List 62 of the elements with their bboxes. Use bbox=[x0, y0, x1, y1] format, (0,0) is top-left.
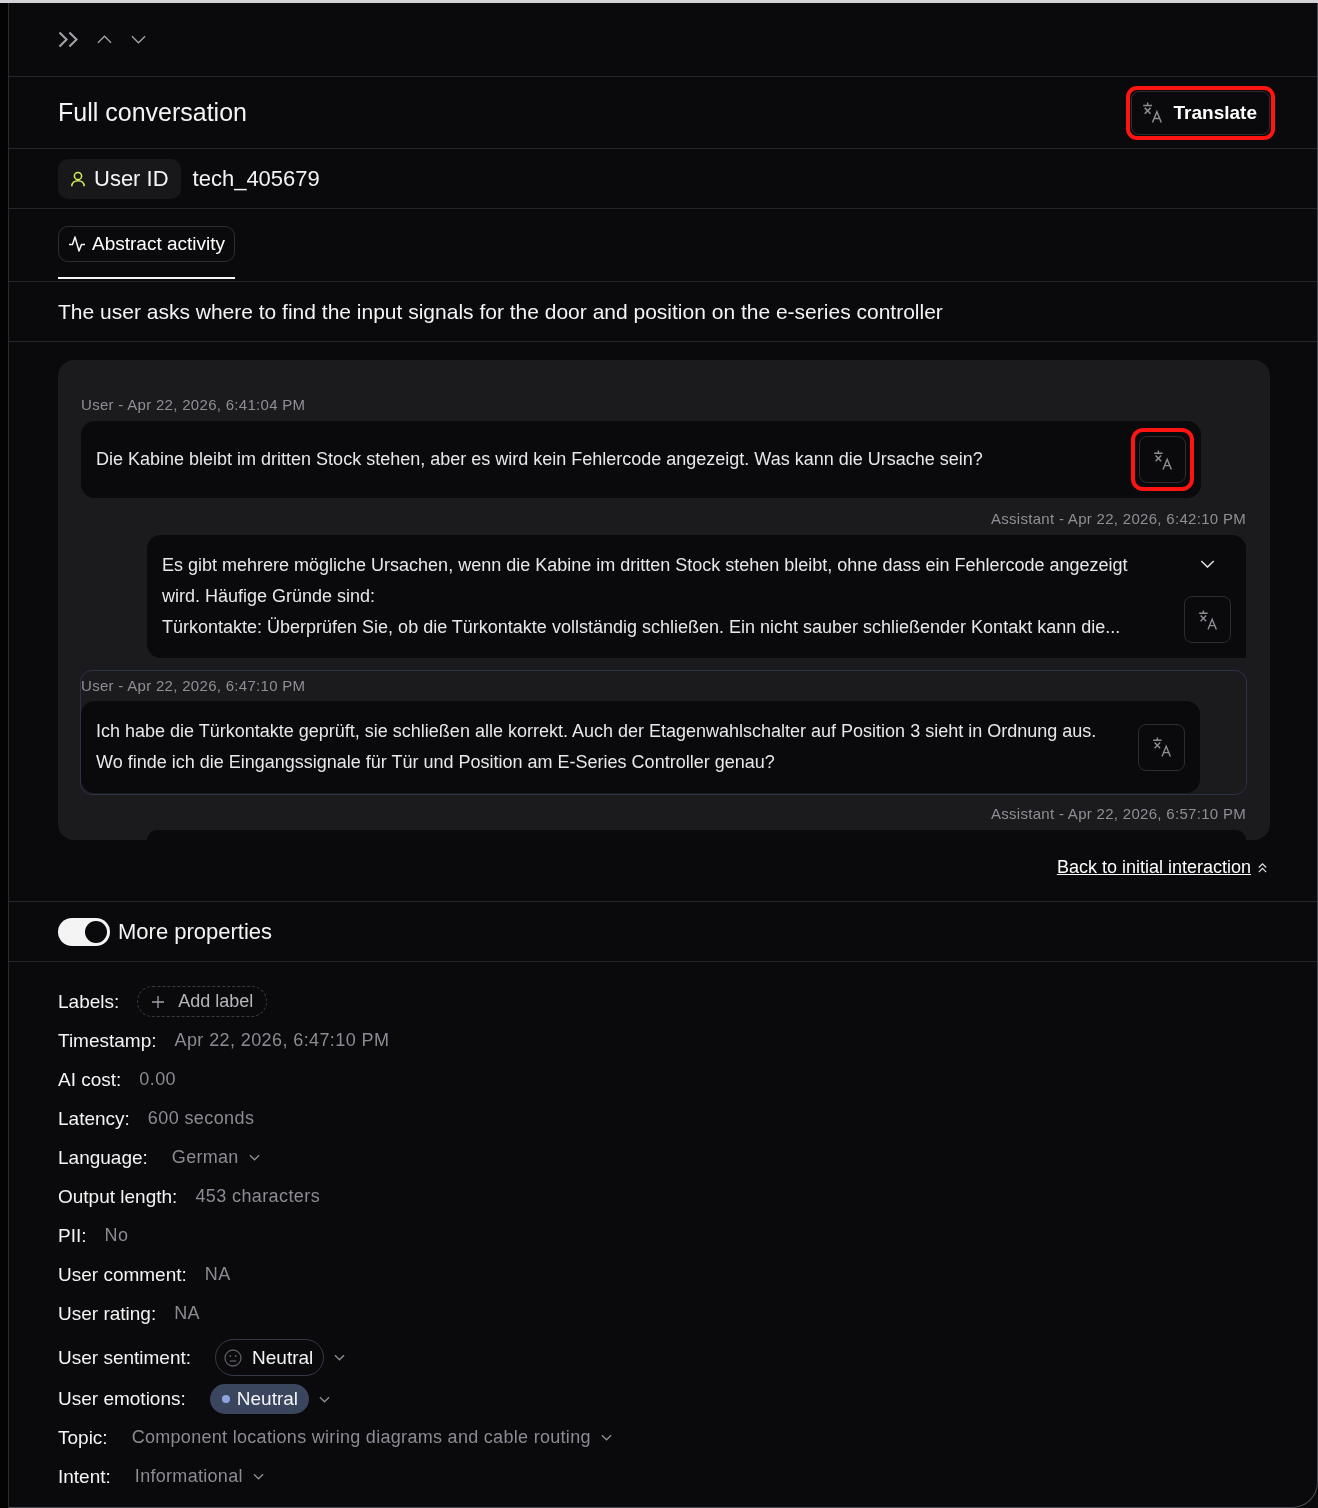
message-text: Wo finde ich die Eingangssignale für Tür und Position am E-Series Controller genau? bbox=[96, 751, 776, 774]
chevron-down-icon bbox=[600, 1434, 612, 1441]
more-properties-label: More properties bbox=[118, 918, 273, 945]
property-label: Latency: bbox=[58, 1107, 130, 1130]
property-value: NA bbox=[174, 1303, 200, 1324]
summary-text: The user asks where to find the input signals for the door and position on the e-series controller bbox=[58, 299, 943, 324]
property-label: Output length: bbox=[58, 1185, 178, 1208]
message-text: Türkontakte: Überprüfen Sie, ob die Türkontakte vollständig schließen. Ein nicht sauber schließender Kontakt kann die... bbox=[162, 616, 1122, 639]
user-id-value: tech_405679 bbox=[192, 165, 320, 192]
property-label: User rating: bbox=[58, 1302, 157, 1325]
translate-button[interactable] bbox=[1184, 596, 1231, 643]
property-label: User emotions: bbox=[58, 1388, 186, 1410]
plus-icon bbox=[152, 995, 165, 1008]
property-label: Intent: bbox=[58, 1465, 111, 1488]
translate-button[interactable]: Translate bbox=[1130, 90, 1270, 135]
property-label: Language: bbox=[58, 1146, 148, 1169]
property-value: 600 seconds bbox=[147, 1108, 255, 1129]
property-label: User comment: bbox=[58, 1263, 187, 1286]
panel-title: Full conversation bbox=[58, 98, 247, 127]
message-text: Ich habe die Türkontakte geprüft, sie schließen alle korrekt. Auch der Etagenwahlschalter auf Position 3 sieht in Ordnung aus. bbox=[96, 720, 1098, 743]
property-label: PII: bbox=[58, 1224, 87, 1247]
translate-icon bbox=[1151, 737, 1172, 757]
message-timestamp: User - Apr 22, 2026, 6:41:04 PM bbox=[81, 396, 307, 413]
user-icon bbox=[70, 170, 86, 187]
property-label: Timestamp: bbox=[58, 1029, 157, 1052]
property-label: AI cost: bbox=[58, 1068, 122, 1091]
property-label: User sentiment: bbox=[58, 1346, 192, 1369]
translate-icon bbox=[1152, 449, 1173, 470]
double-chevron-up-icon bbox=[1257, 861, 1268, 873]
emotion-value: Neutral bbox=[236, 1388, 299, 1410]
chevron-down-icon bbox=[252, 1473, 264, 1480]
translate-button[interactable] bbox=[1139, 436, 1186, 483]
message-text: Die Kabine bleibt im dritten Stock stehen, aber es wird kein Fehlercode angezeigt. Was kann die Ursache sein? bbox=[96, 448, 984, 471]
status-dot-icon bbox=[221, 1395, 230, 1403]
message-text: Es gibt mehrere mögliche Ursachen, wenn die Kabine im dritten Stock stehen bleibt, ohne dass ein Fehlercode angezeigt wird. Häufige Gründe sind: bbox=[162, 554, 1129, 608]
message-timestamp: User - Apr 22, 2026, 6:47:10 PM bbox=[81, 677, 307, 694]
message-timestamp: Assistant - Apr 22, 2026, 6:42:10 PM bbox=[989, 510, 1246, 527]
neutral-face-icon bbox=[224, 1348, 243, 1367]
translate-icon bbox=[1197, 609, 1218, 630]
toggle-switch[interactable] bbox=[58, 917, 110, 946]
property-value: Apr 22, 2026, 6:47:10 PM bbox=[174, 1030, 390, 1051]
property-dropdown[interactable]: Informational bbox=[128, 1466, 270, 1487]
activity-icon bbox=[68, 235, 86, 253]
property-value: 0.00 bbox=[139, 1069, 176, 1090]
property-label: Labels: bbox=[58, 990, 120, 1013]
translate-icon bbox=[1141, 102, 1163, 123]
back-to-start-link[interactable]: Back to initial interaction bbox=[1056, 856, 1268, 878]
translate-button[interactable] bbox=[1138, 723, 1185, 771]
property-value: No bbox=[104, 1225, 129, 1246]
chevron-down-icon[interactable] bbox=[131, 35, 146, 44]
double-chevron-right-icon[interactable] bbox=[58, 31, 78, 48]
chevron-up-icon[interactable] bbox=[97, 35, 112, 44]
user-id-label: User ID bbox=[94, 165, 169, 192]
tab[interactable]: Abstract activity bbox=[58, 226, 236, 262]
message-timestamp: Assistant - Apr 22, 2026, 6:57:10 PM bbox=[989, 805, 1246, 822]
property-dropdown[interactable]: German bbox=[165, 1147, 266, 1168]
property-value: NA bbox=[204, 1264, 231, 1285]
property-dropdown[interactable]: Component locations wiring diagrams and cable routing bbox=[125, 1427, 618, 1448]
property-label: Topic: bbox=[58, 1426, 108, 1449]
chevron-down-icon bbox=[248, 1154, 260, 1161]
property-value: 453 characters bbox=[195, 1186, 321, 1207]
sentiment-value: Neutral bbox=[252, 1346, 314, 1369]
